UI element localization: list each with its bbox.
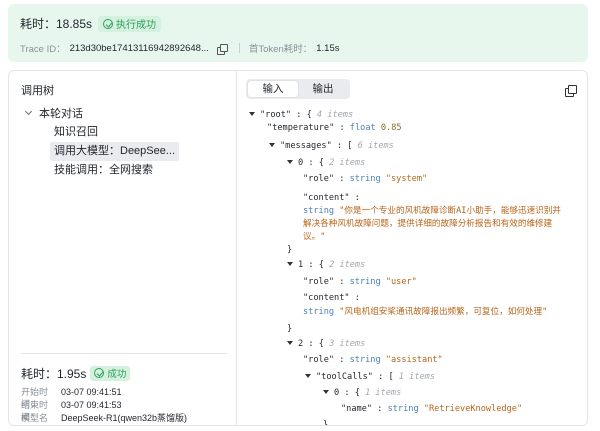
start-time-label: 开始时间： — [21, 387, 49, 409]
model-name-label: 模型名称： — [21, 413, 49, 423]
trace-detail-panel: 调用树 本轮对话 知识召回 调用大模型：DeepSee... 技能调用：全网搜索… — [8, 70, 588, 426]
node-elapsed-time: 耗时：1.95s — [21, 366, 87, 381]
collapse-arrow-icon[interactable] — [249, 111, 255, 116]
check-circle-icon — [94, 368, 105, 378]
tree-node-current-dialog[interactable]: 本轮对话 — [21, 103, 231, 123]
json-message-2-role: "role" : string "assistant" — [303, 355, 443, 365]
json-message-1-content-value: string "风电机组安桨通讯故障报出频繁，可复位，如何处理" — [303, 307, 548, 317]
json-toolcall-0-line[interactable]: 0 : { 1 items — [323, 387, 401, 400]
trace-id-label: Trace ID： — [20, 44, 66, 55]
json-close-brace: } — [287, 324, 293, 334]
first-token-value: 1.15s — [316, 42, 340, 54]
tree-node-skill-call[interactable]: 技能调用：全网搜索 — [50, 161, 157, 180]
json-message-0-content-value: string "你是一个专业的风机故障诊断AI小助手，能够迅速识别并解决各种风机… — [303, 206, 562, 242]
collapse-arrow-icon[interactable] — [305, 373, 311, 378]
json-root-line[interactable]: "root" : { 4 items — [249, 109, 353, 122]
end-time-value: 03-07 09:41:53 — [61, 400, 122, 410]
json-toolcalls-line[interactable]: "toolCalls" : [ 1 items — [305, 371, 435, 384]
copy-trace-id-icon[interactable] — [216, 43, 228, 55]
tree-node-llm-call[interactable]: 调用大模型：DeepSee... — [50, 142, 180, 161]
collapse-arrow-icon[interactable] — [269, 142, 275, 147]
trace-id-value: 213d30be17413116942892648... — [69, 42, 209, 54]
divider — [21, 353, 227, 354]
json-close-brace: } — [287, 245, 293, 255]
json-message-1-content-key: "content" : — [303, 293, 360, 303]
tree-node-knowledge-recall[interactable]: 知识召回 — [50, 123, 102, 142]
first-token-label: 首Token耗时： — [248, 44, 313, 55]
io-tabs: 输入 输出 — [246, 79, 350, 99]
json-message-1-line[interactable]: 1 : { 2 items — [287, 259, 365, 272]
collapse-arrow-icon[interactable] — [323, 389, 329, 394]
execution-summary-banner: 耗时：18.85s 执行成功 Trace ID： 213d30be1741311… — [8, 4, 588, 62]
json-messages-line[interactable]: "messages" : [ 6 items — [269, 140, 394, 153]
start-time-row: 开始时间： 03-07 09:41:51 — [21, 386, 231, 409]
total-elapsed-time: 耗时：18.85s — [20, 17, 93, 31]
json-temperature-line: "temperature" : float 0.85 — [267, 123, 402, 133]
node-status-label: 成功 — [107, 369, 127, 380]
divider — [238, 43, 240, 53]
json-message-0-role: "role" : string "system" — [303, 174, 428, 184]
json-toolcall-0-name: "name" : string "RetrieveKnowledge" — [341, 404, 523, 414]
end-time-label: 结束时间： — [21, 400, 49, 422]
call-tree-pane: 调用树 本轮对话 知识召回 调用大模型：DeepSee... 技能调用：全网搜索… — [9, 71, 237, 425]
end-time-row: 结束时间： 03-07 09:41:53 — [21, 399, 231, 422]
collapse-arrow-icon[interactable] — [287, 261, 293, 266]
json-message-2-line[interactable]: 2 : { 3 items — [287, 338, 365, 351]
model-name-value: DeepSeek-R1(qwen32b蒸馏版) — [61, 413, 188, 423]
node-summary: 耗时：1.95s 成功 开始时间： 03-07 09:41:51 结束时间： 0… — [21, 365, 231, 424]
json-close-brace: } — [323, 420, 329, 426]
check-circle-icon — [103, 18, 114, 29]
execution-status-label: 执行成功 — [116, 20, 157, 31]
node-status-badge: 成功 — [90, 365, 131, 381]
io-viewer-pane: 输入 输出 "root" : { 4 items "temperature" :… — [237, 71, 587, 426]
tree-node-label: 本轮对话 — [39, 108, 83, 120]
call-tree-title: 调用树 — [21, 85, 54, 97]
tab-output[interactable]: 输出 — [298, 81, 348, 97]
json-message-1-role: "role" : string "user" — [303, 277, 417, 287]
model-name-row: 模型名称： DeepSeek-R1(qwen32b蒸馏版) — [21, 412, 231, 424]
copy-icon[interactable] — [565, 85, 577, 97]
json-message-0-content-key: "content" : — [303, 193, 360, 203]
collapse-arrow-icon[interactable] — [287, 159, 293, 164]
collapse-arrow-icon[interactable] — [287, 340, 293, 345]
execution-status-badge: 执行成功 — [98, 15, 162, 32]
call-tree: 本轮对话 知识召回 调用大模型：DeepSee... 技能调用：全网搜索 — [21, 103, 231, 180]
json-message-0-line[interactable]: 0 : { 2 items — [287, 157, 365, 170]
tab-input[interactable]: 输入 — [248, 81, 298, 97]
chevron-down-icon[interactable] — [25, 109, 33, 117]
start-time-value: 03-07 09:41:51 — [61, 387, 122, 397]
